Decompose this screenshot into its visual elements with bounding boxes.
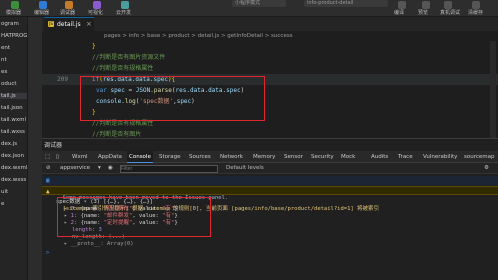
tab-network[interactable]: Network — [218, 151, 245, 163]
level-select[interactable]: Default levels — [226, 165, 264, 171]
visual-button[interactable]: 可视化 — [88, 9, 103, 16]
code-token: //判断是否有图片 — [92, 131, 142, 138]
tab-audits[interactable]: Audits — [369, 151, 390, 163]
preview-button[interactable]: 预览 — [418, 9, 428, 16]
preview-icon — [422, 1, 430, 9]
proto-text: __proto__: Array(0) — [70, 241, 134, 247]
file-item[interactable]: dex.wxss — [0, 177, 26, 183]
code-token: } — [92, 43, 96, 50]
breadcrumb-path: pages > info > base > product > detail.j… — [104, 33, 293, 39]
clear-console-icon[interactable]: ⊘ — [46, 165, 51, 171]
tab-sourcemap[interactable]: sourcemap — [462, 151, 496, 163]
tab-storage[interactable]: Storage — [157, 151, 183, 163]
visual-icon — [93, 1, 101, 9]
device-icon[interactable]: ▯ — [56, 151, 59, 163]
simulator-icon — [11, 1, 19, 9]
tab-label: detail.js — [57, 21, 81, 28]
console-prompt-icon[interactable]: > — [46, 250, 49, 257]
tab-trace[interactable]: Trace — [396, 151, 415, 163]
tab-console[interactable]: Console — [127, 151, 153, 163]
editor-icon — [39, 1, 47, 9]
console-filter-input[interactable] — [120, 165, 218, 173]
info-icon: ▣ — [46, 177, 50, 184]
debugger-button[interactable]: 调试器 — [60, 9, 75, 16]
file-item[interactable]: dex.json — [0, 153, 24, 159]
clear-cache-button[interactable]: 清缓存 — [468, 9, 483, 16]
editor-scrollbar[interactable] — [490, 41, 496, 138]
compile-icon — [398, 1, 406, 9]
console-info-message: ▣ Some messages have been moved to the I… — [42, 176, 498, 201]
file-item[interactable]: nt — [0, 57, 7, 63]
tab-sources[interactable]: Sources — [187, 151, 213, 163]
tab-appdata[interactable]: AppData — [96, 151, 124, 163]
editor-tab-bar — [42, 17, 498, 31]
tab-security[interactable]: Security — [309, 151, 336, 163]
debugger-icon — [65, 1, 73, 9]
code-text: //判断是否有图片资源文件 — [92, 52, 165, 63]
breadcrumb: pages > info > base > product > detail.j… — [42, 31, 498, 41]
eye-icon[interactable]: ◉ — [108, 165, 113, 171]
highlight-box-code — [80, 76, 265, 121]
file-item[interactable]: ent — [0, 45, 10, 51]
simulator-button[interactable]: 模拟器 — [6, 9, 21, 16]
line-number: 209 — [57, 76, 68, 83]
cloud-icon — [121, 1, 129, 9]
settings-gear-icon[interactable]: ⚙ — [484, 165, 489, 171]
mode-select[interactable]: 小程序模式 — [232, 0, 286, 7]
code-line: //判断是否有图片资源文件 — [42, 52, 498, 63]
compile-mode-select[interactable]: info-product-detail — [304, 0, 388, 7]
file-item[interactable]: dex.wxml — [0, 165, 27, 171]
tab-sensor[interactable]: Sensor — [282, 151, 305, 163]
tab-mock[interactable]: Mock — [339, 151, 357, 163]
editor-button[interactable]: 编辑器 — [34, 9, 49, 16]
file-item[interactable]: ex — [0, 69, 8, 75]
warning-icon: ▲ — [46, 188, 50, 195]
tab-detail-js[interactable]: JS detail.js × — [44, 17, 94, 31]
tab-wxml[interactable]: Wxml — [70, 151, 90, 163]
code-text: } — [92, 41, 96, 52]
code-token: //判断是否有规格属性 — [92, 120, 154, 127]
context-select[interactable]: appservice — [60, 165, 90, 171]
tab-memory[interactable]: Memory — [251, 151, 277, 163]
code-token: //判断是否有图片资源文件 — [92, 54, 166, 61]
file-item[interactable]: tail.js — [0, 93, 27, 99]
code-token: //判断是否有规格属性 — [92, 65, 154, 72]
file-item[interactable]: dex.js — [0, 141, 17, 147]
file-item[interactable]: oduct — [0, 81, 17, 87]
file-item[interactable]: uit — [0, 189, 8, 195]
console-warning-message: ▲ [sitemap 索引情况提示] 根据 sitemap 的规则[0], 当前… — [42, 186, 498, 212]
code-line: } — [42, 41, 498, 52]
js-file-icon: JS — [48, 21, 54, 27]
file-item[interactable]: e — [0, 201, 4, 207]
chevron-down-icon: ▾ — [98, 165, 101, 171]
inspect-icon[interactable]: ⬚ — [45, 151, 50, 163]
code-text: //判断是否有图片 — [92, 129, 141, 138]
compile-button[interactable]: 编译 — [394, 9, 404, 16]
code-line: //判断是否有规格属性 — [42, 63, 498, 74]
activity-strip — [28, 17, 42, 280]
proto-line[interactable]: ▸ __proto__: Array(0) — [64, 241, 134, 248]
expand-arrow-icon: ▸ — [64, 241, 71, 247]
remote-debug-button[interactable]: 真机调试 — [440, 9, 460, 16]
debugger-title: 调试器 — [44, 142, 63, 149]
code-line: //判断是否有图片 — [42, 129, 498, 138]
file-item[interactable]: HATPROGRAM — [0, 33, 27, 39]
close-icon[interactable]: × — [86, 20, 92, 28]
file-item[interactable]: tail.wxss — [0, 129, 25, 135]
remote-debug-icon — [444, 1, 452, 9]
highlight-box-console — [57, 197, 211, 237]
file-explorer: ogram HATPROGRAM ent nt ex oduct tail.js tail.j… — [0, 17, 28, 280]
toolbar: 模拟器 编辑器 调试器 可视化 云开发 小程序模式 info-product-detai… — [0, 0, 498, 17]
file-item[interactable]: tail.json — [0, 105, 23, 111]
tab-vulnerability[interactable]: Vulnerability — [421, 151, 459, 163]
cloud-button[interactable]: 云开发 — [116, 9, 131, 16]
file-item[interactable]: tail.wxml — [0, 117, 26, 123]
file-item[interactable]: ogram — [0, 21, 19, 27]
clear-cache-icon — [472, 1, 480, 9]
code-text: //判断是否有规格属性 — [92, 63, 153, 74]
